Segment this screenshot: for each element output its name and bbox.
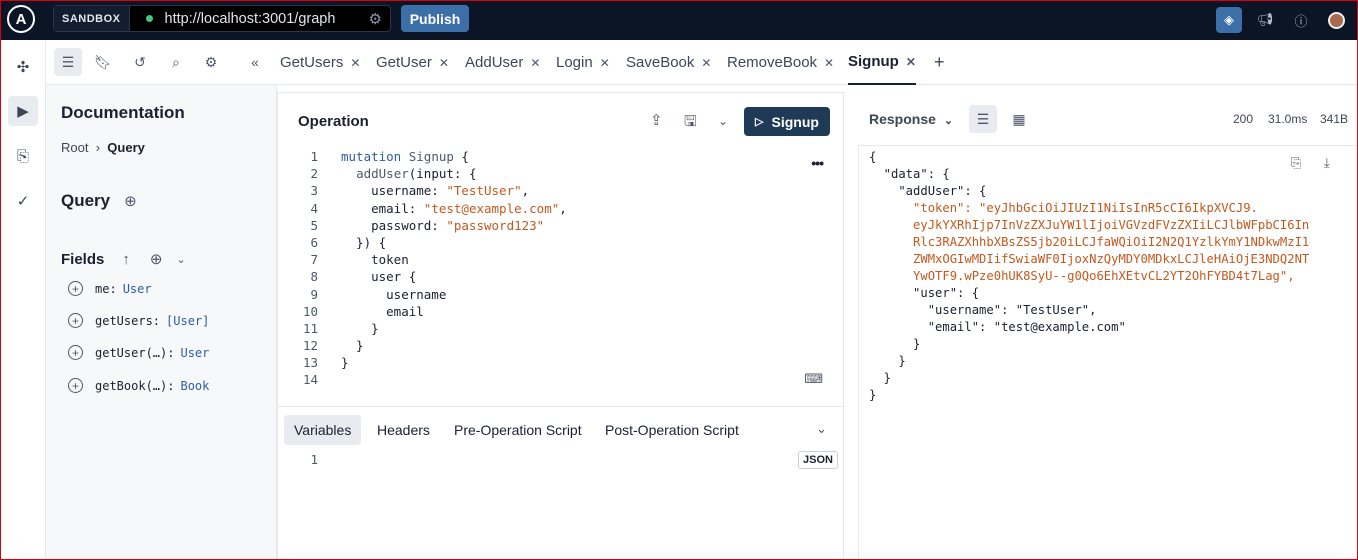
response-dropdown[interactable]: Response ⌄ [869,111,953,127]
add-circle-icon[interactable]: + [68,313,83,328]
announcement-icon[interactable]: 📢︎ [1252,7,1278,33]
tab-signup[interactable]: Signup ✕ [848,40,916,85]
tab-pre-operation-script[interactable]: Pre-Operation Script [444,415,592,445]
variables-panel: Variables Headers Pre-Operation Script P… [278,406,843,559]
response-size: 341B [1320,112,1349,126]
field-item[interactable]: + getBook(…): Book [68,378,209,393]
keyboard-shortcuts-icon[interactable]: ⌨ [804,371,823,387]
search-icon[interactable]: ⌕ [162,48,190,76]
list-view-icon[interactable]: ☰ [969,105,997,133]
response-panel: Response ⌄ ☰ ▦ 200 31.0ms 341B ⎘ ⤓ { "dat… [844,92,1358,560]
operation-panel: Operation ⇪ 🖫︎ ⌄ ▷ Signup ••• 1 mutation S… [277,92,844,560]
endpoint-url-box[interactable]: SANDBOX http://localhost:3001/graphq ⚙ [53,5,391,32]
publish-button[interactable]: Publish [401,5,469,32]
breadcrumb-current: Query [107,140,145,155]
json-badge: JSON [798,451,838,469]
chevron-right-icon: › [95,140,101,155]
documentation-title: Documentation [61,103,185,122]
operation-title: Operation [298,113,369,130]
field-item[interactable]: + me: User [68,281,152,296]
add-tab-button[interactable]: + [934,40,945,85]
save-icon[interactable]: 🖫︎ [684,111,697,136]
share-icon[interactable]: ⇪ [650,111,663,129]
apollo-logo[interactable]: A [7,5,35,33]
chevron-down-icon[interactable]: ⌄ [176,253,185,266]
response-body[interactable]: ⎘ ⤓ { "data": { "addUser": { "token": "e… [858,145,1358,560]
play-icon: ▷ [755,116,764,128]
documentation-icon[interactable]: ☰ [54,48,82,76]
connection-status-dot [145,15,153,22]
add-circle-icon[interactable]: + [68,378,83,393]
breadcrumb-root[interactable]: Root [61,140,88,155]
add-circle-icon[interactable]: + [68,281,83,296]
left-nav: ✣ ▶ ⎘ ✓ [0,40,46,560]
sort-up-icon[interactable]: ↑ [122,251,130,268]
query-heading: Query [61,191,111,210]
close-icon[interactable]: ✕ [824,56,834,70]
document-icon[interactable]: ⎘ [8,141,38,171]
endpoint-url-input[interactable]: http://localhost:3001/graphq [165,11,335,27]
close-icon[interactable]: ✕ [439,56,449,70]
tab-headers[interactable]: Headers [367,415,440,445]
fields-heading: Fields [61,250,105,268]
layers-icon[interactable]: ◈ [1216,7,1242,33]
tab-variables[interactable]: Variables [284,415,362,445]
fields-heading-row: Fields ↑ ⊕ ⌄ [61,250,186,269]
schema-icon[interactable]: ✣ [8,52,38,82]
variables-editor[interactable] [338,447,788,547]
sandbox-label: SANDBOX [54,6,130,31]
tab-getuser[interactable]: GetUser ✕ [376,40,449,85]
variables-line-number: 1 [310,452,318,467]
collapse-down-icon[interactable]: ⌄ [816,421,827,437]
explorer-icon[interactable]: ▶ [8,96,38,126]
history-icon[interactable]: ↺ [126,48,154,76]
copy-icon[interactable]: ⎘ [1291,156,1301,171]
close-icon[interactable]: ✕ [906,55,916,69]
close-icon[interactable]: ✕ [530,56,540,70]
add-circle-icon[interactable]: ⊕ [124,192,137,210]
collapse-icon[interactable]: « [241,48,269,76]
operation-editor[interactable]: 1 mutation Signup { 2 addUser(input: { 3 … [278,149,843,390]
checks-icon[interactable]: ✓ [8,186,38,216]
connection-settings-icon[interactable]: ⚙ [369,10,382,28]
tab-adduser[interactable]: AddUser ✕ [465,40,540,85]
tab-toolbar: ☰ 🔖︎ ↺ ⌕ ⚙ « GetUsers ✕ GetUser ✕ AddUser ✕… [46,40,1358,85]
settings-icon[interactable]: ⚙ [197,48,225,76]
tab-login[interactable]: Login ✕ [556,40,610,85]
response-header: Response ⌄ ☰ ▦ 200 31.0ms 341B [844,92,1358,145]
add-circle-icon[interactable]: + [68,345,83,360]
help-icon[interactable]: ⓘ [1288,7,1314,33]
documentation-panel: Documentation Root › Query Query ⊕ Field… [46,85,277,560]
field-item[interactable]: + getUsers: [User] [68,313,209,328]
table-view-icon[interactable]: ▦ [1005,105,1033,133]
query-heading-row: Query ⊕ [61,191,137,211]
download-icon[interactable]: ⤓ [1324,156,1330,171]
top-bar: A SANDBOX http://localhost:3001/graphq ⚙… [0,0,1358,40]
add-circle-icon[interactable]: ⊕ [150,250,163,268]
run-operation-button[interactable]: ▷ Signup [744,107,830,136]
close-icon[interactable]: ✕ [600,56,610,70]
close-icon[interactable]: ✕ [350,56,360,70]
chevron-down-icon: ⌄ [943,115,954,127]
close-icon[interactable]: ✕ [701,56,711,70]
user-avatar[interactable] [1323,7,1349,33]
tab-getusers[interactable]: GetUsers ✕ [280,40,360,85]
response-time: 31.0ms [1268,112,1308,126]
status-code: 200 [1233,112,1254,126]
chevron-down-icon[interactable]: ⌄ [718,114,728,128]
tab-savebook[interactable]: SaveBook ✕ [626,40,711,85]
bookmark-icon[interactable]: 🔖︎ [89,48,117,76]
tab-post-operation-script[interactable]: Post-Operation Script [595,415,749,445]
field-item[interactable]: + getUser(…): User [68,345,209,360]
breadcrumb: Root › Query [61,140,145,155]
tab-removebook[interactable]: RemoveBook ✕ [727,40,834,85]
